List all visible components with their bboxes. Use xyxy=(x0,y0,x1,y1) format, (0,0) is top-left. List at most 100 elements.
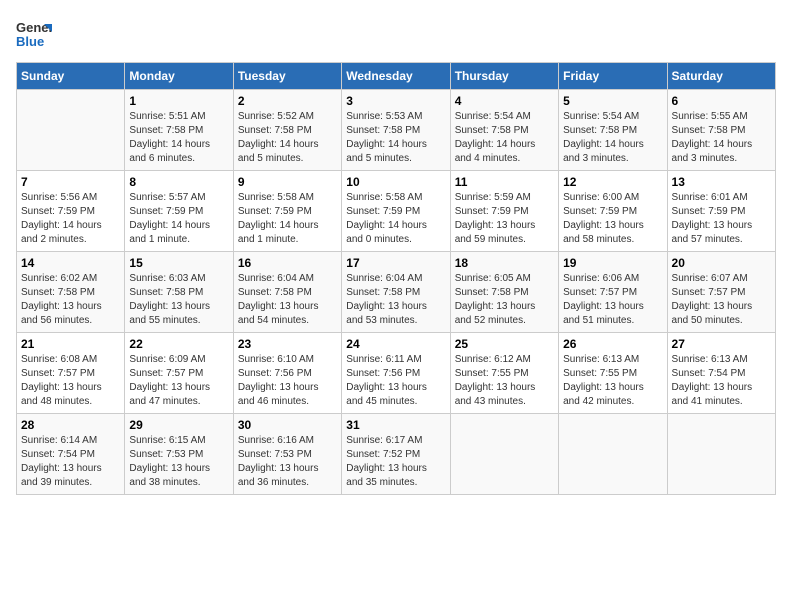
day-number: 6 xyxy=(672,94,771,108)
calendar-week-row: 1Sunrise: 5:51 AMSunset: 7:58 PMDaylight… xyxy=(17,90,776,171)
calendar-day-cell: 16Sunrise: 6:04 AMSunset: 7:58 PMDayligh… xyxy=(233,252,341,333)
day-info: Sunrise: 6:07 AMSunset: 7:57 PMDaylight:… xyxy=(672,272,771,328)
day-info: Sunrise: 6:15 AMSunset: 7:53 PMDaylight:… xyxy=(129,434,228,490)
day-info: Sunrise: 6:16 AMSunset: 7:53 PMDaylight:… xyxy=(238,434,337,490)
day-number: 13 xyxy=(672,175,771,189)
day-info: Sunrise: 6:11 AMSunset: 7:56 PMDaylight:… xyxy=(346,353,445,409)
day-info: Sunrise: 6:10 AMSunset: 7:56 PMDaylight:… xyxy=(238,353,337,409)
weekday-header-friday: Friday xyxy=(559,63,667,90)
calendar-day-cell: 15 Sunrise: 6:03 AMSunset: 7:58 PMDayligh… xyxy=(125,252,233,333)
calendar-day-cell: 25 Sunrise: 6:12 AMSunset: 7:55 PMDayligh… xyxy=(450,333,558,414)
calendar-day-cell xyxy=(17,90,125,171)
day-number: 11 xyxy=(455,175,554,189)
day-info: Sunrise: 5:54 AMSunset: 7:58 PMDaylight:… xyxy=(455,110,554,166)
calendar-day-cell: 14 Sunrise: 6:02 AMSunset: 7:58 PMDayligh… xyxy=(17,252,125,333)
logo-icon: General Blue xyxy=(16,16,52,52)
calendar-day-cell: 13Sunrise: 6:01 AMSunset: 7:59 PMDayligh… xyxy=(667,171,775,252)
day-info: Sunrise: 6:06 AMSunset: 7:57 PMDaylight:… xyxy=(563,272,662,328)
day-info: Sunrise: 6:14 AMSunset: 7:54 PMDaylight:… xyxy=(21,434,120,490)
weekday-header-saturday: Saturday xyxy=(667,63,775,90)
day-info: Sunrise: 5:58 AMSunset: 7:59 PMDaylight:… xyxy=(238,191,337,247)
day-number: 5 xyxy=(563,94,662,108)
calendar-week-row: 28 Sunrise: 6:14 AMSunset: 7:54 PMDayligh… xyxy=(17,414,776,495)
day-info: Sunrise: 5:53 AMSunset: 7:58 PMDaylight:… xyxy=(346,110,445,166)
calendar-day-cell: 31 Sunrise: 6:17 AMSunset: 7:52 PMDayligh… xyxy=(342,414,450,495)
calendar-day-cell: 11 Sunrise: 5:59 AMSunset: 7:59 PMDayligh… xyxy=(450,171,558,252)
day-number: 29 xyxy=(129,418,228,432)
calendar-day-cell: 18 Sunrise: 6:05 AMSunset: 7:58 PMDayligh… xyxy=(450,252,558,333)
day-number: 22 xyxy=(129,337,228,351)
day-number: 16 xyxy=(238,256,337,270)
calendar-day-cell: 27 Sunrise: 6:13 AMSunset: 7:54 PMDayligh… xyxy=(667,333,775,414)
logo: General Blue xyxy=(16,16,52,52)
calendar-day-cell: 19 Sunrise: 6:06 AMSunset: 7:57 PMDayligh… xyxy=(559,252,667,333)
calendar-day-cell: 4 Sunrise: 5:54 AMSunset: 7:58 PMDaylight… xyxy=(450,90,558,171)
page-header: General Blue xyxy=(16,16,776,52)
calendar-day-cell: 17Sunrise: 6:04 AMSunset: 7:58 PMDayligh… xyxy=(342,252,450,333)
day-number: 15 xyxy=(129,256,228,270)
calendar-day-cell: 22 Sunrise: 6:09 AMSunset: 7:57 PMDayligh… xyxy=(125,333,233,414)
weekday-header-sunday: Sunday xyxy=(17,63,125,90)
weekday-header-row: SundayMondayTuesdayWednesdayThursdayFrid… xyxy=(17,63,776,90)
day-info: Sunrise: 5:54 AMSunset: 7:58 PMDaylight:… xyxy=(563,110,662,166)
day-number: 18 xyxy=(455,256,554,270)
day-info: Sunrise: 5:52 AMSunset: 7:58 PMDaylight:… xyxy=(238,110,337,166)
day-info: Sunrise: 6:09 AMSunset: 7:57 PMDaylight:… xyxy=(129,353,228,409)
day-info: Sunrise: 5:56 AMSunset: 7:59 PMDaylight:… xyxy=(21,191,120,247)
weekday-header-monday: Monday xyxy=(125,63,233,90)
calendar-day-cell: 7 Sunrise: 5:56 AMSunset: 7:59 PMDaylight… xyxy=(17,171,125,252)
calendar-day-cell: 2Sunrise: 5:52 AMSunset: 7:58 PMDaylight… xyxy=(233,90,341,171)
calendar-day-cell: 30 Sunrise: 6:16 AMSunset: 7:53 PMDayligh… xyxy=(233,414,341,495)
calendar-day-cell: 6Sunrise: 5:55 AMSunset: 7:58 PMDaylight… xyxy=(667,90,775,171)
day-number: 23 xyxy=(238,337,337,351)
day-info: Sunrise: 6:12 AMSunset: 7:55 PMDaylight:… xyxy=(455,353,554,409)
day-number: 27 xyxy=(672,337,771,351)
day-number: 19 xyxy=(563,256,662,270)
day-info: Sunrise: 6:02 AMSunset: 7:58 PMDaylight:… xyxy=(21,272,120,328)
calendar-table: SundayMondayTuesdayWednesdayThursdayFrid… xyxy=(16,62,776,495)
day-number: 30 xyxy=(238,418,337,432)
calendar-day-cell: 23 Sunrise: 6:10 AMSunset: 7:56 PMDayligh… xyxy=(233,333,341,414)
calendar-day-cell: 29 Sunrise: 6:15 AMSunset: 7:53 PMDayligh… xyxy=(125,414,233,495)
day-info: Sunrise: 6:17 AMSunset: 7:52 PMDaylight:… xyxy=(346,434,445,490)
day-number: 28 xyxy=(21,418,120,432)
calendar-day-cell: 12Sunrise: 6:00 AMSunset: 7:59 PMDayligh… xyxy=(559,171,667,252)
day-number: 3 xyxy=(346,94,445,108)
day-number: 8 xyxy=(129,175,228,189)
day-number: 12 xyxy=(563,175,662,189)
day-number: 24 xyxy=(346,337,445,351)
weekday-header-tuesday: Tuesday xyxy=(233,63,341,90)
svg-text:Blue: Blue xyxy=(16,34,44,49)
day-number: 4 xyxy=(455,94,554,108)
calendar-day-cell: 24 Sunrise: 6:11 AMSunset: 7:56 PMDayligh… xyxy=(342,333,450,414)
day-info: Sunrise: 6:13 AMSunset: 7:54 PMDaylight:… xyxy=(672,353,771,409)
day-info: Sunrise: 5:57 AMSunset: 7:59 PMDaylight:… xyxy=(129,191,228,247)
weekday-header-wednesday: Wednesday xyxy=(342,63,450,90)
calendar-day-cell: 1Sunrise: 5:51 AMSunset: 7:58 PMDaylight… xyxy=(125,90,233,171)
day-info: Sunrise: 6:08 AMSunset: 7:57 PMDaylight:… xyxy=(21,353,120,409)
day-number: 26 xyxy=(563,337,662,351)
calendar-day-cell: 10 Sunrise: 5:58 AMSunset: 7:59 PMDayligh… xyxy=(342,171,450,252)
calendar-day-cell: 20Sunrise: 6:07 AMSunset: 7:57 PMDayligh… xyxy=(667,252,775,333)
calendar-day-cell: 21 Sunrise: 6:08 AMSunset: 7:57 PMDayligh… xyxy=(17,333,125,414)
day-number: 14 xyxy=(21,256,120,270)
day-info: Sunrise: 5:51 AMSunset: 7:58 PMDaylight:… xyxy=(129,110,228,166)
day-info: Sunrise: 6:05 AMSunset: 7:58 PMDaylight:… xyxy=(455,272,554,328)
day-info: Sunrise: 5:58 AMSunset: 7:59 PMDaylight:… xyxy=(346,191,445,247)
day-number: 10 xyxy=(346,175,445,189)
day-number: 17 xyxy=(346,256,445,270)
calendar-day-cell: 3 Sunrise: 5:53 AMSunset: 7:58 PMDaylight… xyxy=(342,90,450,171)
svg-text:General: General xyxy=(16,20,52,35)
day-number: 21 xyxy=(21,337,120,351)
day-info: Sunrise: 5:59 AMSunset: 7:59 PMDaylight:… xyxy=(455,191,554,247)
calendar-day-cell: 26 Sunrise: 6:13 AMSunset: 7:55 PMDayligh… xyxy=(559,333,667,414)
calendar-day-cell xyxy=(667,414,775,495)
calendar-day-cell: 9Sunrise: 5:58 AMSunset: 7:59 PMDaylight… xyxy=(233,171,341,252)
day-number: 7 xyxy=(21,175,120,189)
day-info: Sunrise: 6:03 AMSunset: 7:58 PMDaylight:… xyxy=(129,272,228,328)
weekday-header-thursday: Thursday xyxy=(450,63,558,90)
day-number: 25 xyxy=(455,337,554,351)
day-info: Sunrise: 6:13 AMSunset: 7:55 PMDaylight:… xyxy=(563,353,662,409)
day-number: 31 xyxy=(346,418,445,432)
calendar-week-row: 7 Sunrise: 5:56 AMSunset: 7:59 PMDaylight… xyxy=(17,171,776,252)
